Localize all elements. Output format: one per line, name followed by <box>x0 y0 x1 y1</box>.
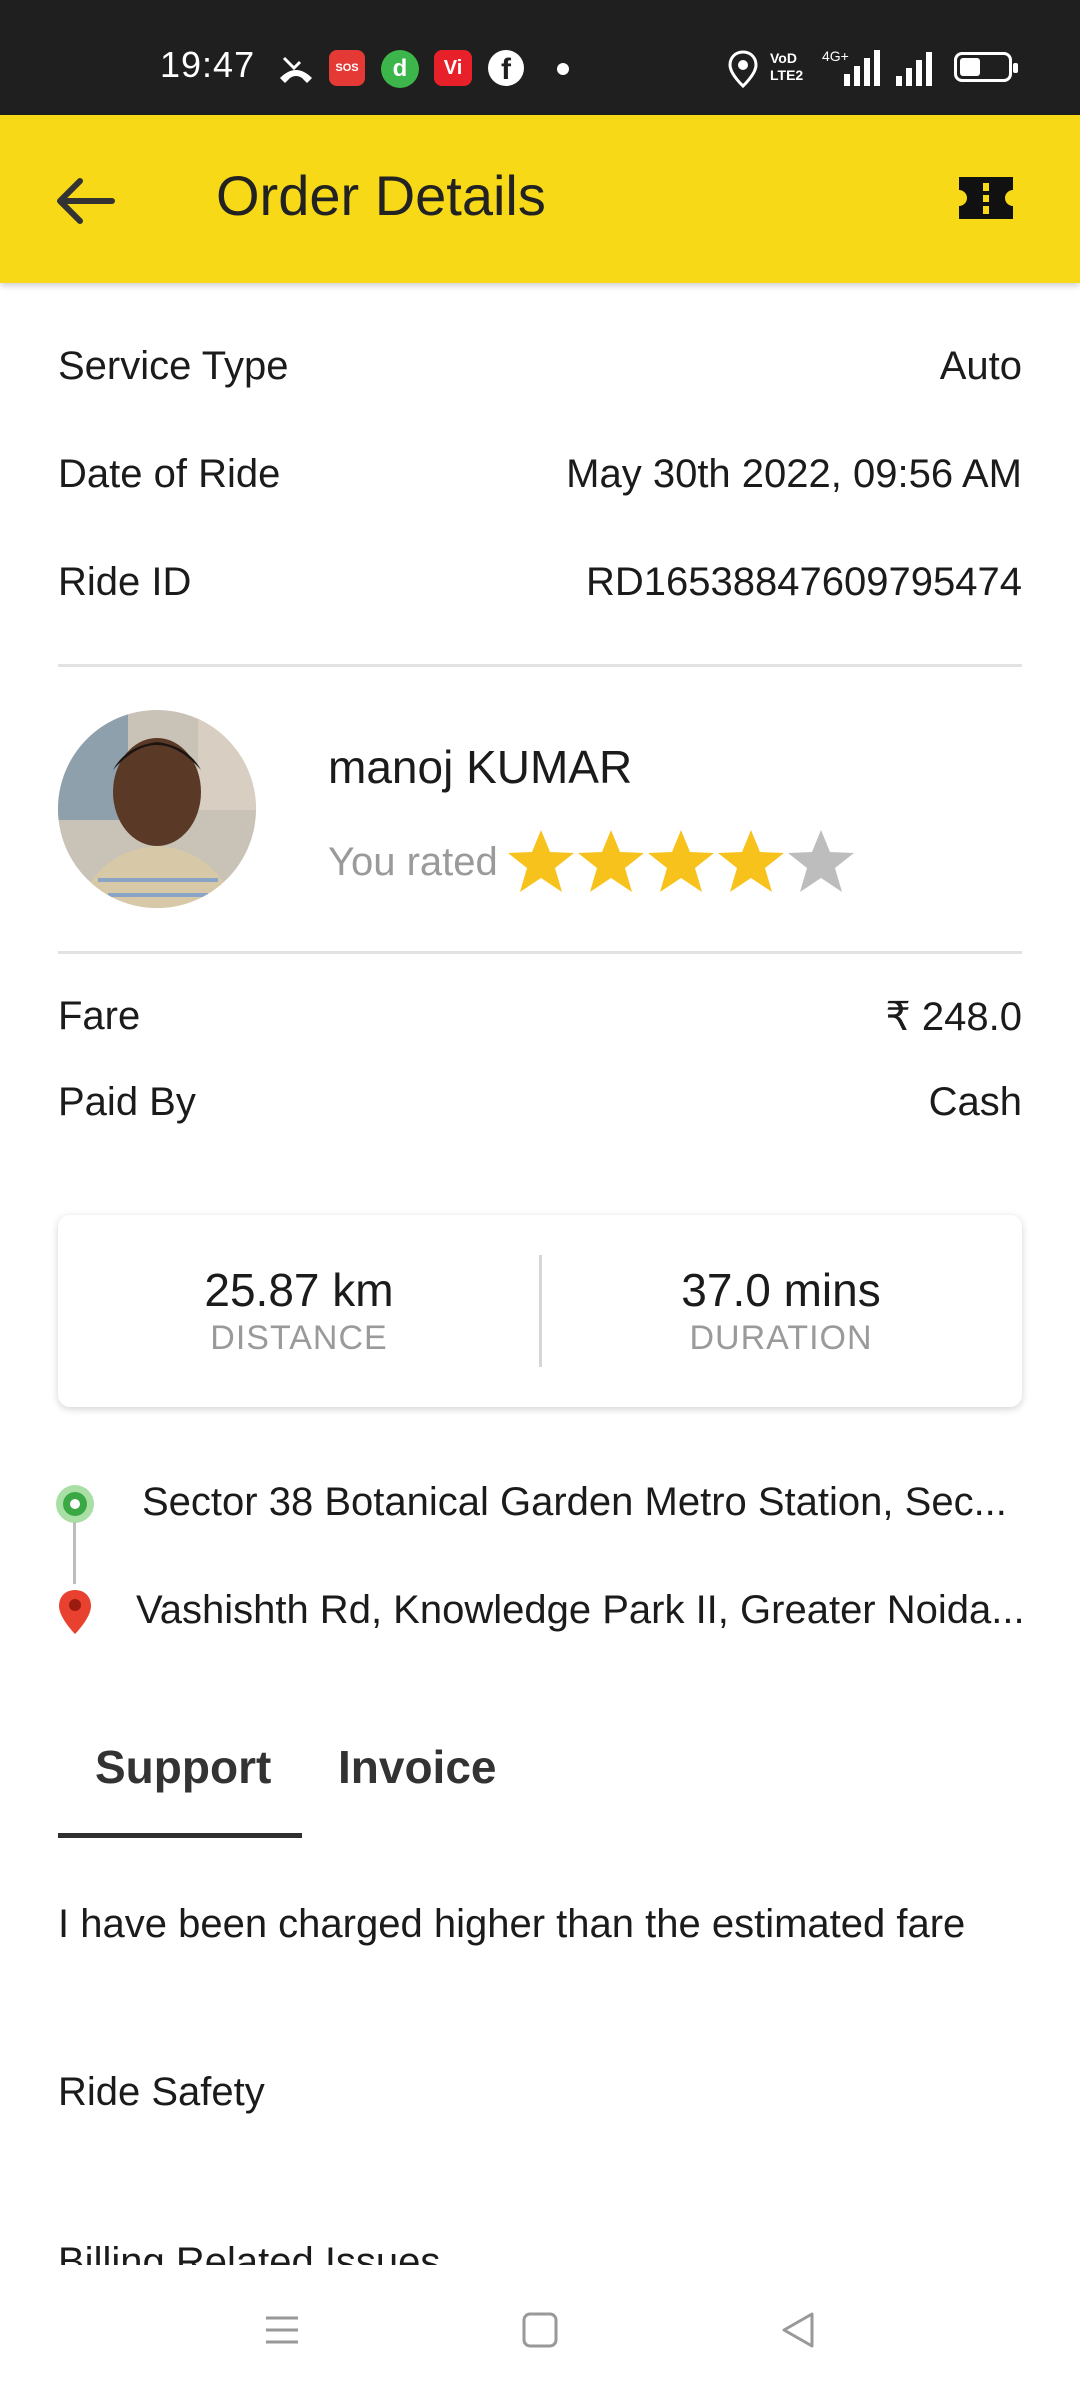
ride-id-row: Ride ID RD16538847609795474 <box>58 560 1022 610</box>
route-connector <box>73 1522 76 1584</box>
back-icon[interactable] <box>778 2310 818 2350</box>
ride-id-label: Ride ID <box>58 560 192 604</box>
ticket-icon[interactable] <box>955 173 1017 223</box>
signal-icon <box>896 50 940 86</box>
service-type-row: Service Type Auto <box>58 344 1022 394</box>
tab-support[interactable]: Support <box>95 1740 271 1794</box>
battery-icon <box>954 52 1018 82</box>
back-arrow-icon[interactable] <box>50 171 120 231</box>
driver-name: manoj KUMAR <box>328 741 633 793</box>
location-icon <box>728 50 758 88</box>
date-of-ride-value: May 30th 2022, 09:56 AM <box>566 452 1022 496</box>
support-item-billing[interactable]: Billing Related Issues <box>58 2240 440 2265</box>
pickup-address: Sector 38 Botanical Garden Metro Station… <box>142 1480 1007 1524</box>
distance-value: 25.87 km <box>204 1264 394 1316</box>
paid-by-row: Paid By Cash <box>58 1080 1022 1130</box>
ride-stats-card: 25.87 km DISTANCE 37.0 mins DURATION <box>58 1215 1022 1407</box>
app-header: Order Details <box>0 115 1080 283</box>
support-item-higher-fare[interactable]: I have been charged higher than the esti… <box>58 1902 965 1947</box>
system-nav-bar <box>0 2265 1080 2400</box>
star-filled-icon <box>578 830 644 892</box>
star-filled-icon <box>508 830 574 892</box>
missed-call-icon <box>280 56 312 83</box>
star-filled-icon <box>648 830 714 892</box>
paid-by-label: Paid By <box>58 1080 196 1124</box>
active-tab-indicator <box>58 1833 302 1838</box>
drop-address: Vashishth Rd, Knowledge Park II, Greater… <box>136 1588 1025 1632</box>
star-empty-icon <box>788 830 854 892</box>
drop-pin-icon <box>59 1590 91 1634</box>
date-of-ride-label: Date of Ride <box>58 452 281 496</box>
status-time: 19:47 <box>160 44 256 85</box>
support-list: I have been charged higher than the esti… <box>0 1860 1080 2265</box>
tab-invoice[interactable]: Invoice <box>338 1740 497 1794</box>
divider <box>58 951 1022 954</box>
rated-label: You rated <box>328 840 498 884</box>
date-of-ride-row: Date of Ride May 30th 2022, 09:56 AM <box>58 452 1022 502</box>
sos-icon: SOS <box>329 50 365 86</box>
paid-by-value: Cash <box>928 1080 1022 1124</box>
4g-signal-icon: 4G+ <box>822 48 882 88</box>
fare-row: Fare ₹ 248.0 <box>58 994 1022 1044</box>
support-item-ride-safety[interactable]: Ride Safety <box>58 2070 265 2115</box>
duration-value: 37.0 mins <box>681 1264 881 1316</box>
facebook-icon: f <box>488 50 524 86</box>
divider <box>58 664 1022 667</box>
pickup-pin-icon <box>56 1485 94 1523</box>
distance-stat: 25.87 km DISTANCE <box>58 1215 540 1407</box>
fare-value: ₹ 248.0 <box>885 995 1022 1039</box>
vi-icon: Vi <box>434 50 472 86</box>
distance-label: DISTANCE <box>210 1319 388 1357</box>
app-d-icon: d <box>381 50 419 88</box>
fare-label: Fare <box>58 994 141 1038</box>
home-icon[interactable] <box>520 2310 560 2350</box>
service-type-value: Auto <box>939 344 1022 388</box>
menu-icon[interactable] <box>262 2310 302 2350</box>
dot-icon <box>557 63 569 75</box>
page-title: Order Details <box>216 164 546 227</box>
star-filled-icon <box>718 830 784 892</box>
duration-label: DURATION <box>689 1319 873 1357</box>
status-bar: 19:47 SOS d Vi f VoD LTE2 4G+ <box>0 0 1080 115</box>
avatar <box>58 710 256 908</box>
volte-icon: VoD LTE2 <box>770 50 804 83</box>
service-type-label: Service Type <box>58 344 289 388</box>
ride-id-value: RD16538847609795474 <box>586 560 1022 604</box>
duration-stat: 37.0 mins DURATION <box>540 1215 1022 1407</box>
